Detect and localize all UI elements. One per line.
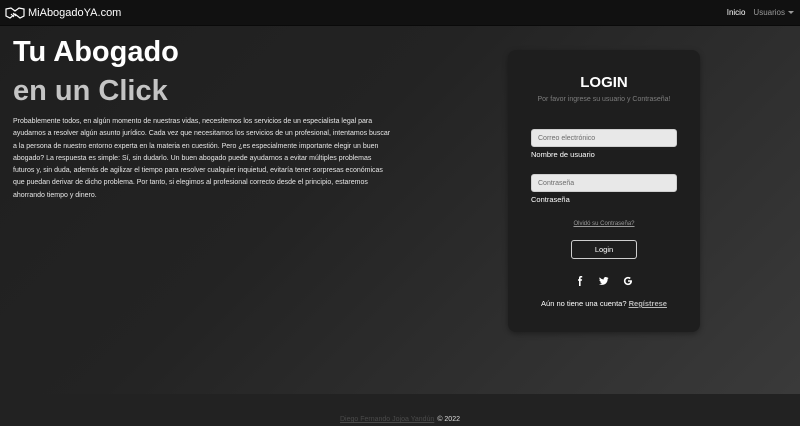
google-icon[interactable] [623,276,633,286]
nav-link-inicio[interactable]: Inicio [727,8,746,17]
nav-dropdown-usuarios[interactable]: Usuarios [753,8,794,17]
facebook-icon[interactable] [575,276,585,286]
handshake-icon [5,6,25,19]
register-prompt: Aún no tiene una cuenta? Regístrese [508,299,700,308]
password-input[interactable]: Contraseña [531,174,677,192]
nav-links: Inicio Usuarios [727,8,794,17]
intro-paragraph: Probablemente todos, en algún momento de… [13,118,391,199]
email-input[interactable]: Correo electrónico [531,129,677,147]
nav-dropdown-label: Usuarios [753,8,785,17]
copyright-text: © 2022 [437,416,460,423]
brand-name: MiAbogadoYA.com [28,6,122,19]
register-prompt-text: Aún no tiene una cuenta? [541,299,627,308]
author-link[interactable]: Diego Fernando Jojoa Yandún [340,416,434,423]
hero-title-line1: Tu Abogado [13,36,179,68]
twitter-icon[interactable] [599,276,609,286]
login-card: LOGIN Por favor ingrese su usuario y Con… [508,50,700,332]
navbar: MiAbogadoYA.com Inicio Usuarios [0,0,800,26]
password-label: Contraseña [531,195,570,204]
login-subtitle: Por favor ingrese su usuario y Contraseñ… [537,96,671,103]
main-section: Tu Abogado en un Click Probablemente tod… [0,26,800,394]
username-label: Nombre de usuario [531,150,595,159]
footer: Diego Fernando Jojoa Yandún © 2022 [0,394,800,426]
caret-down-icon [788,11,794,14]
forgot-password-link[interactable]: Olvidó su Contraseña? [508,221,700,227]
login-title: LOGIN [580,74,628,91]
hero-title-line2: en un Click [13,75,168,107]
login-button[interactable]: Login [571,240,637,259]
register-link[interactable]: Regístrese [629,299,667,308]
social-links [508,276,700,286]
brand-link[interactable]: MiAbogadoYA.com [5,6,121,20]
